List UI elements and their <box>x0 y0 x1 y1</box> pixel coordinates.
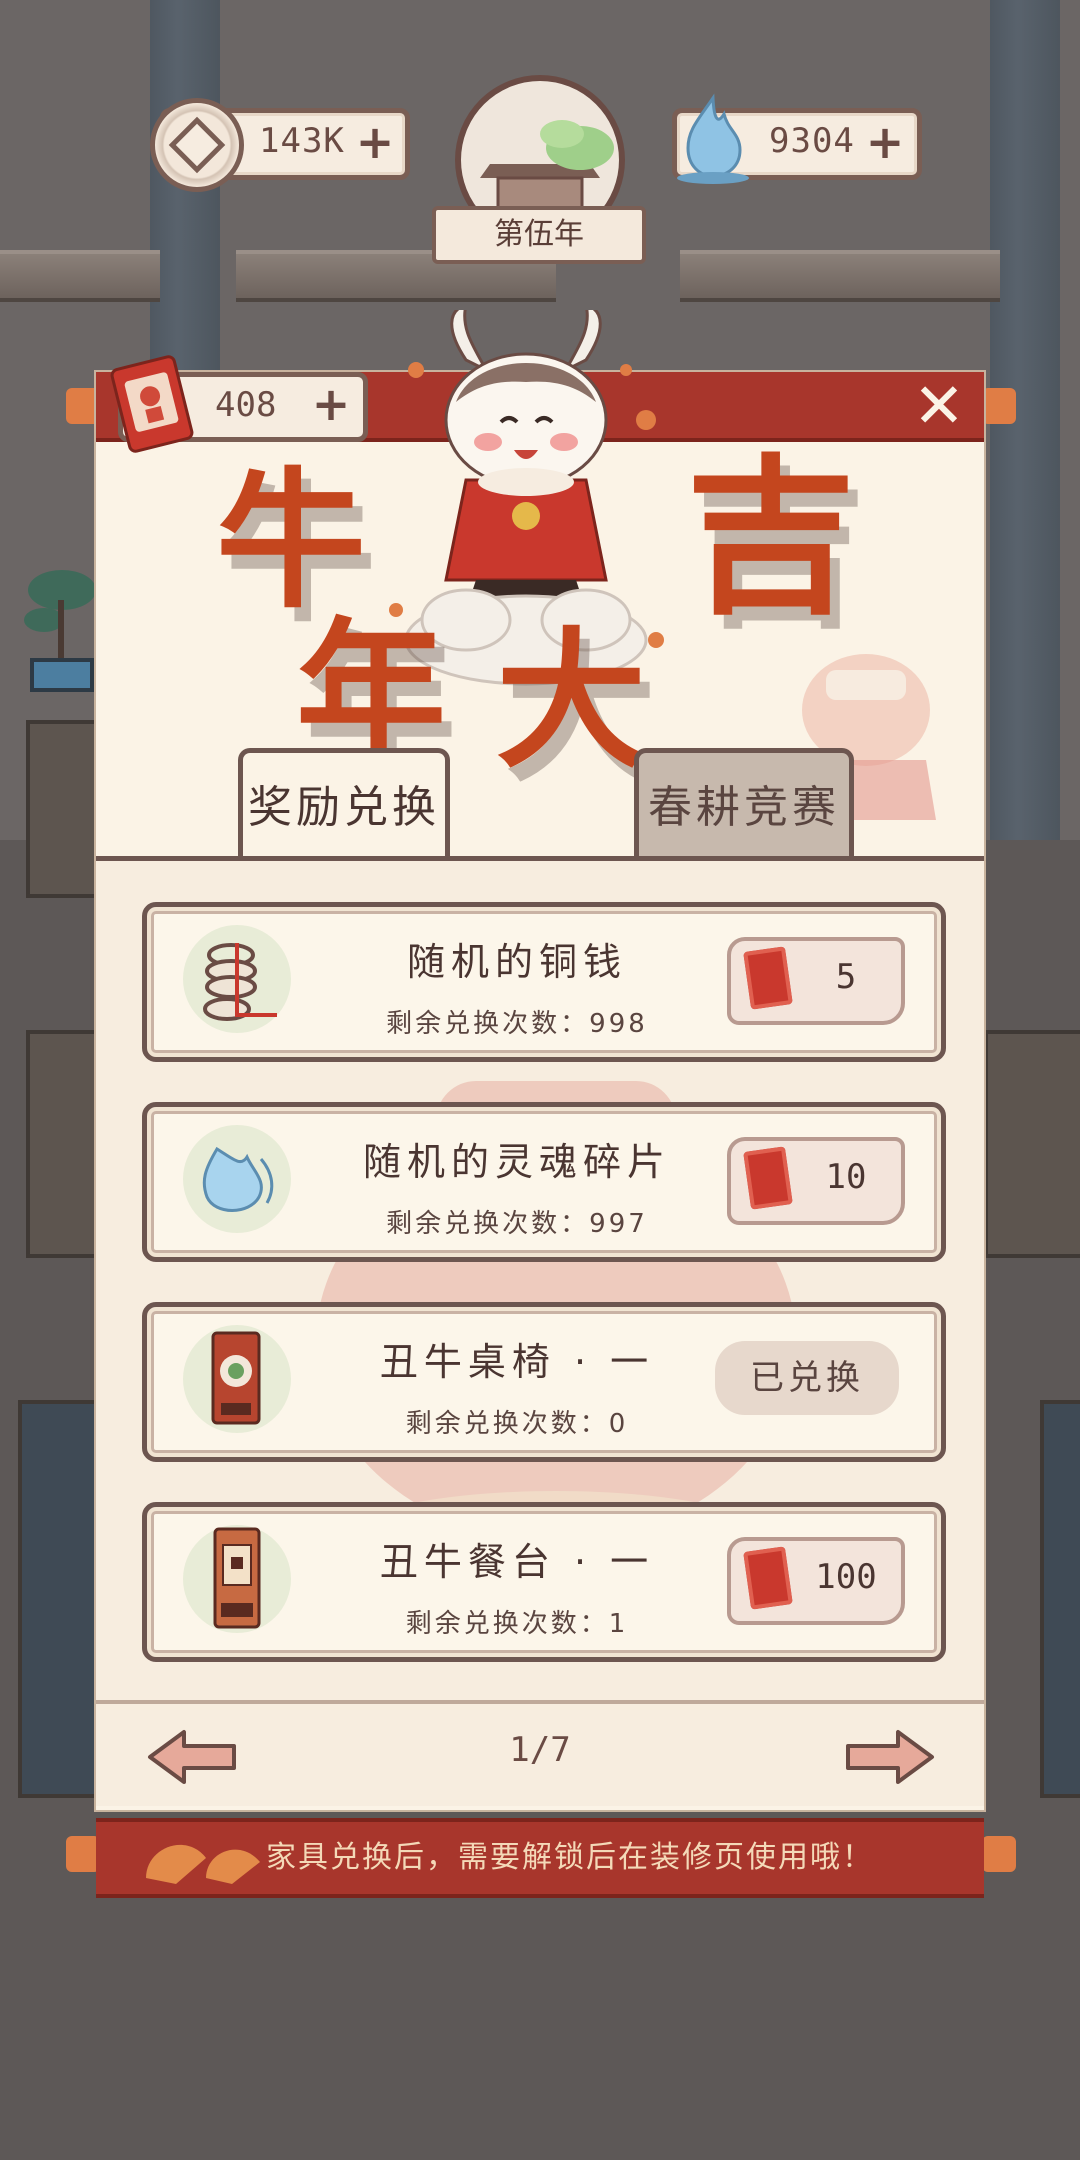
previous-page-arrow-icon[interactable] <box>144 1726 240 1788</box>
background-beam <box>680 250 1000 302</box>
reward-remaining: 剩余兑换次数：0 <box>405 1409 629 1439</box>
ginkgo-leaf-icon <box>146 1844 260 1884</box>
soul-shard-icon <box>183 1125 291 1233</box>
scroll-end-left <box>66 388 100 424</box>
background-screen-panel <box>1040 1400 1080 1798</box>
next-page-arrow-icon[interactable] <box>842 1726 938 1788</box>
add-tickets-plus-icon[interactable]: + <box>311 381 351 427</box>
exchange-price: 5 <box>835 957 857 997</box>
ticket-counter-value: 408 <box>215 385 277 425</box>
notice-text: 家具兑换后，需要解锁后在装修页使用哦！ <box>266 1840 874 1875</box>
redeemed-status: 已兑换 <box>715 1341 899 1415</box>
red-envelope-ticket-icon <box>743 1546 793 1610</box>
game-screen: 143K + 9304 + 第伍年 408 + ✕ 牛 年 大 吉 奖励兑换 春… <box>0 0 1080 2160</box>
red-envelope-ticket-icon <box>743 946 793 1010</box>
reward-name: 丑牛桌椅 · 一 <box>379 1340 655 1384</box>
copper-coin-icon <box>150 98 244 192</box>
coin-counter-value: 143K <box>259 121 345 161</box>
reward-remaining: 剩余兑换次数：997 <box>386 1209 648 1239</box>
furniture-notice-banner: 家具兑换后，需要解锁后在装修页使用哦！ <box>96 1818 984 1898</box>
scroll-end-right <box>982 388 1016 424</box>
exchange-button[interactable]: 100 <box>727 1537 905 1625</box>
close-button[interactable]: ✕ <box>906 375 972 442</box>
reward-row: 随机的灵魂碎片 剩余兑换次数：997 10 <box>142 1102 946 1262</box>
background-beam <box>0 250 160 302</box>
reward-remaining: 剩余兑换次数：1 <box>405 1609 629 1639</box>
exchange-button[interactable]: 5 <box>727 937 905 1025</box>
ox-table-chair-icon <box>183 1325 291 1433</box>
year-label: 第伍年 <box>432 206 646 264</box>
reward-name: 随机的铜钱 <box>406 940 627 984</box>
background-furniture <box>26 1030 100 1258</box>
background-furniture <box>26 720 100 898</box>
scroll-end-right <box>982 1836 1016 1872</box>
exchange-price: 100 <box>815 1557 877 1597</box>
tab-spring-plowing-contest[interactable]: 春耕竞赛 <box>634 748 854 863</box>
tab-reward-exchange[interactable]: 奖励兑换 <box>238 748 450 863</box>
reward-row: 随机的铜钱 剩余兑换次数：998 5 <box>142 902 946 1062</box>
add-coins-plus-icon[interactable]: + <box>355 119 395 165</box>
reward-row: 丑牛桌椅 · 一 剩余兑换次数：0 已兑换 <box>142 1302 946 1462</box>
reward-name: 随机的灵魂碎片 <box>362 1140 671 1184</box>
background-furniture <box>984 1030 1080 1258</box>
bonsai-decor-icon <box>24 570 96 692</box>
scroll-end-left <box>66 1836 100 1872</box>
reward-row: 丑牛餐台 · 一 剩余兑换次数：1 100 <box>142 1502 946 1662</box>
add-souls-plus-icon[interactable]: + <box>865 119 905 165</box>
ox-dining-table-icon <box>183 1525 291 1633</box>
red-envelope-ticket-icon <box>743 1146 793 1210</box>
background-screen-panel <box>18 1400 106 1798</box>
reward-remaining: 剩余兑换次数：998 <box>386 1009 648 1039</box>
soul-counter-value: 9304 <box>769 121 855 161</box>
reward-name: 丑牛餐台 · 一 <box>379 1540 655 1584</box>
coin-string-icon <box>183 925 291 1033</box>
page-indicator: 1/7 <box>509 1730 571 1770</box>
exchange-button[interactable]: 10 <box>727 1137 905 1225</box>
pager-divider <box>96 1700 984 1704</box>
soul-flame-icon <box>677 93 749 184</box>
exchange-price: 10 <box>825 1157 867 1197</box>
